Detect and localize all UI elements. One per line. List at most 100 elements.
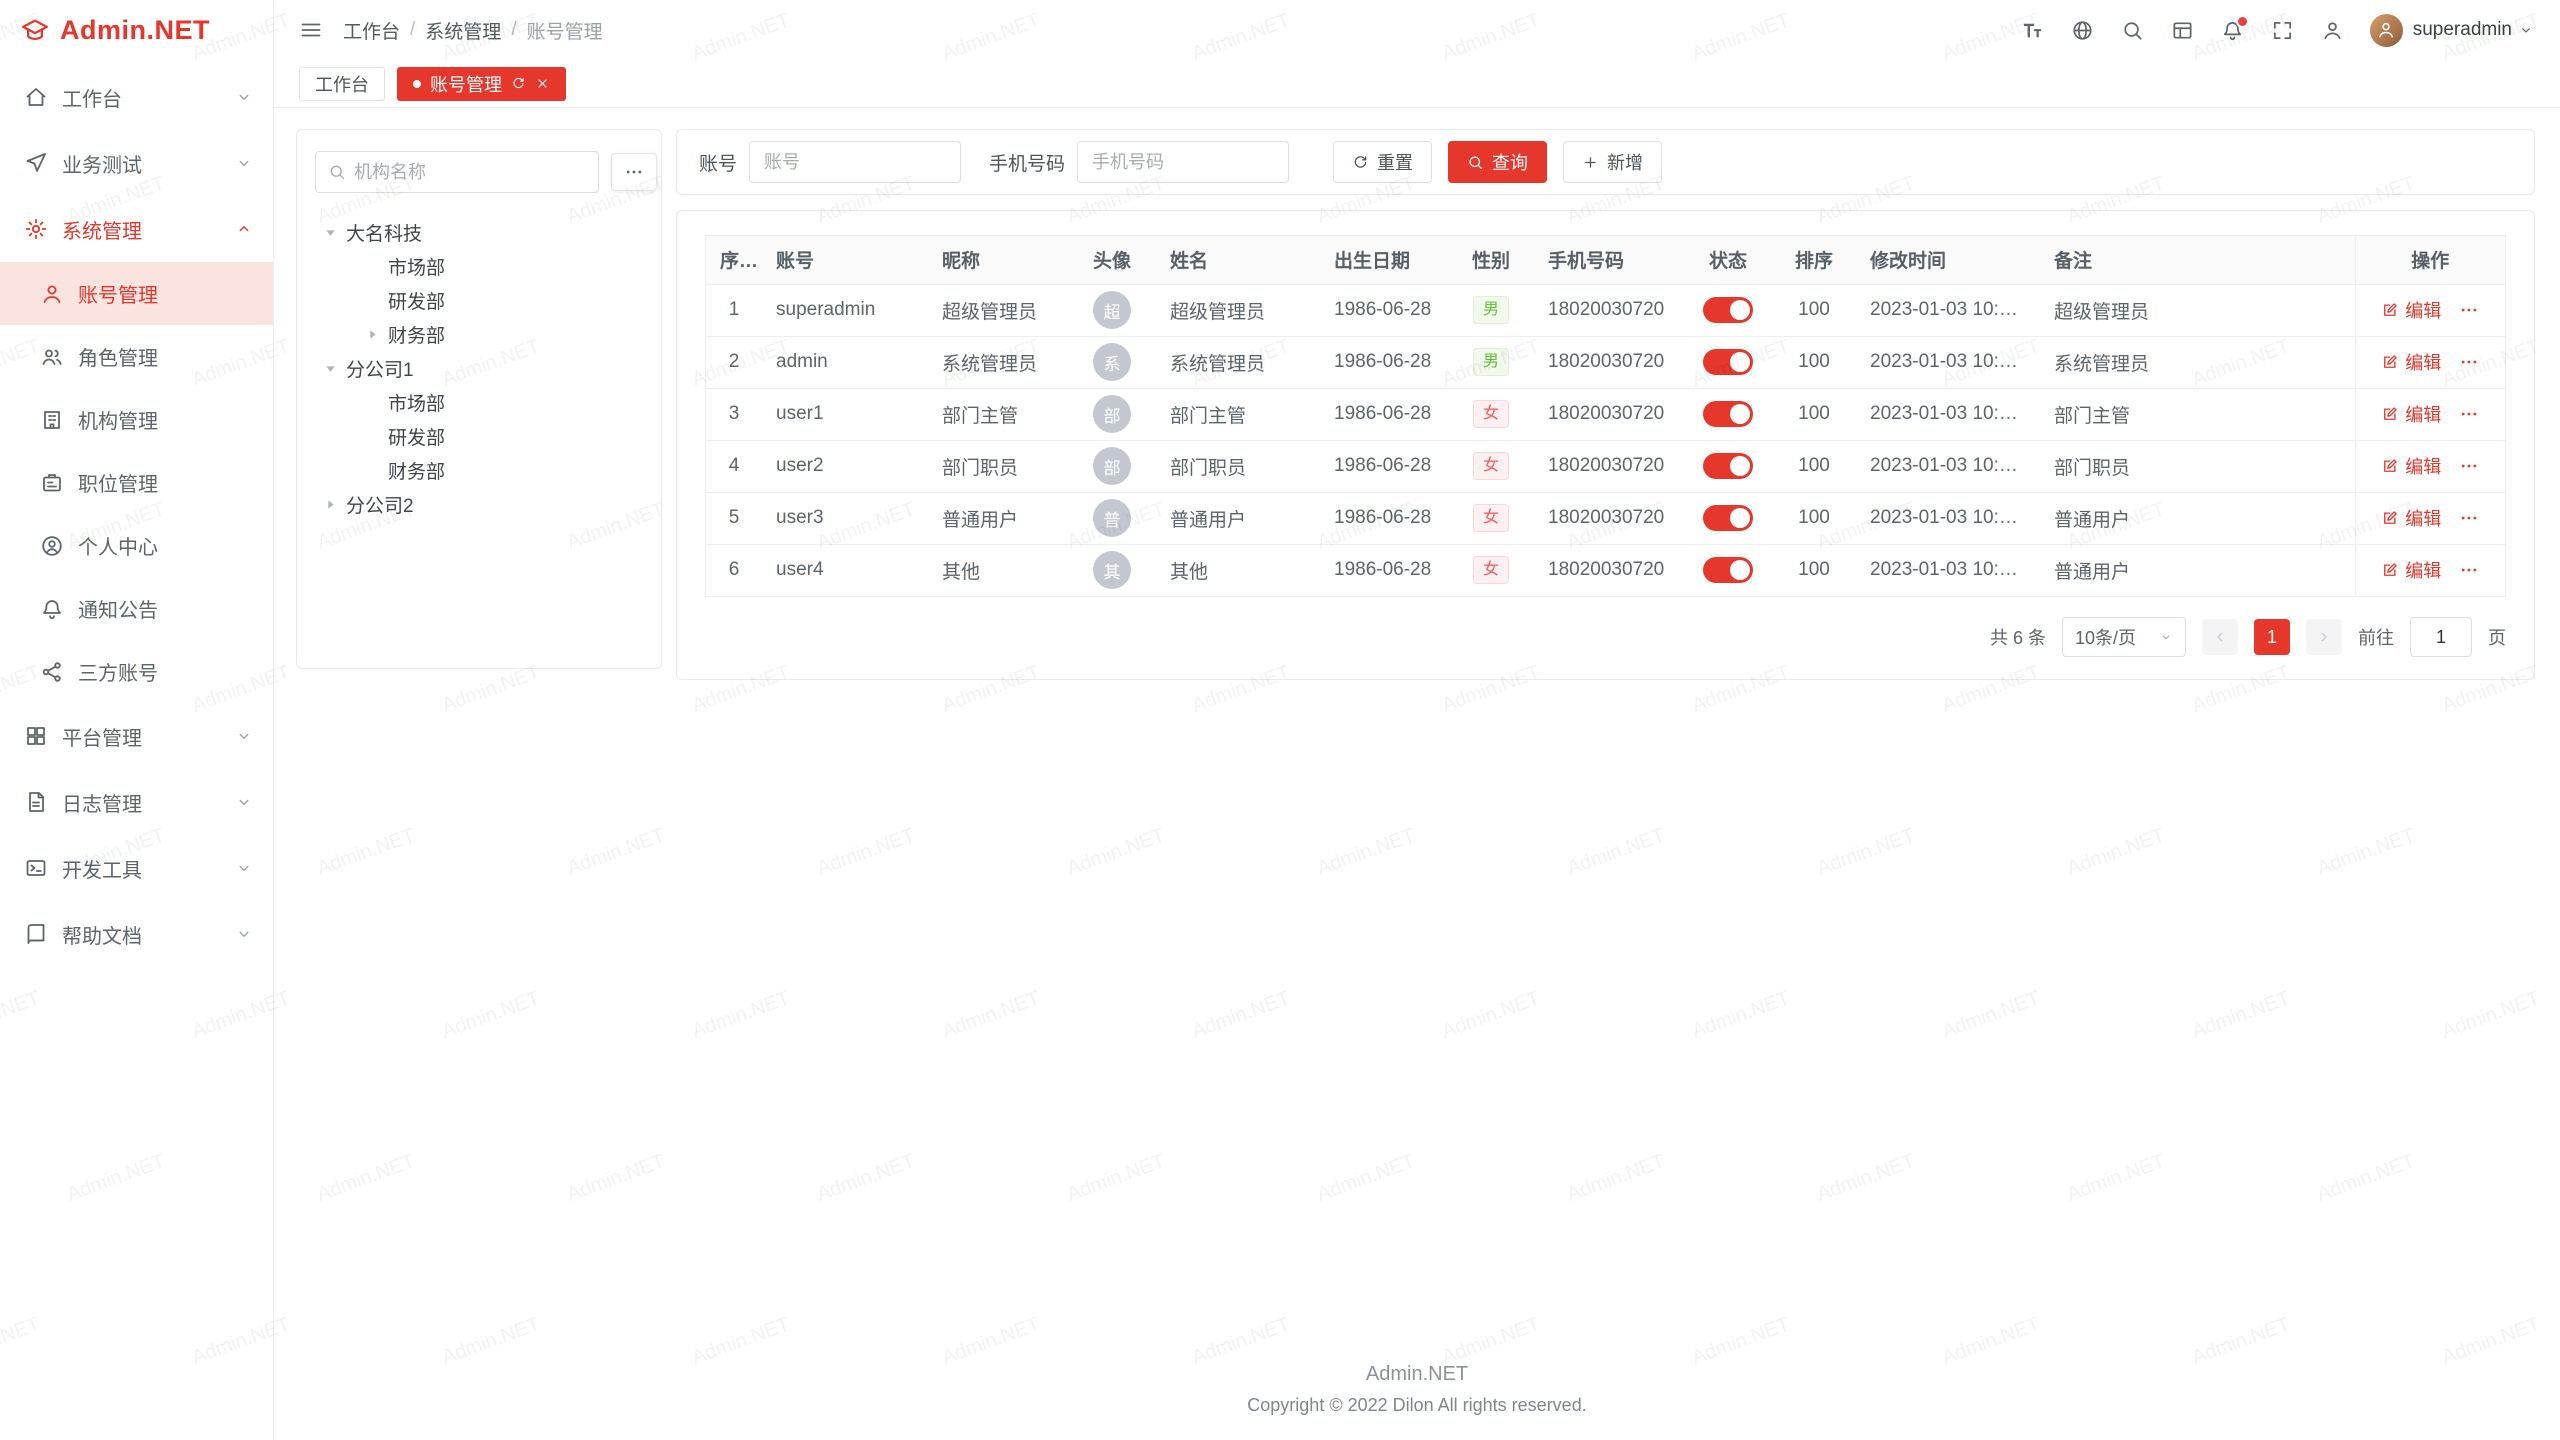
cell-index: 3 (706, 388, 762, 440)
status-toggle[interactable] (1703, 557, 1753, 583)
reset-button[interactable]: 重置 (1333, 141, 1432, 183)
row-more-button[interactable] (2459, 508, 2479, 528)
menu-search-icon[interactable] (2121, 19, 2144, 42)
tree-node[interactable]: 财务部 (315, 317, 643, 351)
row-avatar: 系 (1093, 343, 1131, 381)
current-page-button[interactable]: 1 (2254, 619, 2290, 655)
sidebar-item-account-mgmt[interactable]: 账号管理 (0, 262, 273, 325)
sidebar-item-workbench[interactable]: 工作台 (0, 64, 273, 130)
edit-button[interactable]: 编辑 (2381, 557, 2441, 583)
edit-button[interactable]: 编辑 (2381, 453, 2441, 479)
cell-nickname: 超级管理员 (928, 284, 1068, 336)
user-menu[interactable]: superadmin (2370, 14, 2534, 47)
language-icon[interactable] (2071, 19, 2094, 42)
cell-account: user3 (762, 492, 928, 544)
cell-operation: 编辑 (2355, 440, 2505, 492)
menu-collapse-icon[interactable] (299, 18, 323, 42)
breadcrumb-item[interactable]: 系统管理 (425, 17, 501, 44)
tree-node[interactable]: 研发部 (315, 283, 643, 317)
sidebar-item-help-docs[interactable]: 帮助文档 (0, 901, 273, 967)
status-toggle[interactable] (1703, 453, 1753, 479)
sidebar-item-org-mgmt[interactable]: 机构管理 (0, 388, 273, 451)
tree-node[interactable]: 市场部 (315, 249, 643, 283)
row-more-button[interactable] (2459, 300, 2479, 320)
tab-workbench[interactable]: 工作台 (299, 67, 385, 101)
edit-button[interactable]: 编辑 (2381, 349, 2441, 375)
edit-button[interactable]: 编辑 (2381, 297, 2441, 323)
profile-icon (40, 534, 64, 558)
row-more-button[interactable] (2459, 404, 2479, 424)
chevron-down-icon (2159, 630, 2173, 644)
row-more-button[interactable] (2459, 352, 2479, 372)
sidebar-item-log-mgmt[interactable]: 日志管理 (0, 769, 273, 835)
tree-node[interactable]: 分公司1 (315, 351, 643, 385)
cell-modified-time: 2023-01-03 10:59:44 (1856, 336, 2040, 388)
column-header: 性别 (1448, 236, 1534, 284)
edit-button[interactable]: 编辑 (2381, 401, 2441, 427)
username: superadmin (2413, 19, 2512, 41)
tree-node[interactable]: 财务部 (315, 453, 643, 487)
tree-more-button[interactable] (611, 153, 657, 191)
tree-node[interactable]: 大名科技 (315, 215, 643, 249)
sidebar-item-dev-tools[interactable]: 开发工具 (0, 835, 273, 901)
font-size-icon[interactable] (2021, 19, 2044, 42)
status-toggle[interactable] (1703, 297, 1753, 323)
org-search-input[interactable] (354, 162, 586, 183)
row-more-button[interactable] (2459, 560, 2479, 580)
fullscreen-icon[interactable] (2271, 19, 2294, 42)
chevron-down-icon (235, 925, 253, 943)
sidebar-item-system-mgmt[interactable]: 系统管理 (0, 196, 273, 262)
tree-node[interactable]: 市场部 (315, 385, 643, 419)
gender-badge: 女 (1473, 400, 1509, 428)
status-toggle[interactable] (1703, 505, 1753, 531)
caret-right-icon[interactable] (323, 497, 338, 512)
sidebar-item-personal-center[interactable]: 个人中心 (0, 514, 273, 577)
ellipsis-icon (624, 162, 644, 182)
sidebar-item-platform-mgmt[interactable]: 平台管理 (0, 703, 273, 769)
column-header: 备注 (2040, 236, 2355, 284)
footer-title: Admin.NET (274, 1363, 2560, 1386)
notification-icon[interactable] (2221, 19, 2244, 42)
cell-gender: 男 (1448, 336, 1534, 388)
tree-node[interactable]: 分公司2 (315, 487, 643, 521)
breadcrumb-item[interactable]: 工作台 (343, 17, 400, 44)
edit-icon (2381, 353, 2399, 371)
edit-button[interactable]: 编辑 (2381, 505, 2441, 531)
account-input[interactable] (749, 141, 961, 183)
next-page-button[interactable] (2306, 619, 2342, 655)
cell-name: 超级管理员 (1156, 284, 1320, 336)
page-size-select[interactable]: 10条/页 (2062, 617, 2186, 657)
prev-page-button[interactable] (2202, 619, 2238, 655)
app-title: Admin.NET (60, 15, 210, 46)
app-logo[interactable]: Admin.NET (0, 0, 273, 60)
user-icon[interactable] (2321, 19, 2344, 42)
status-toggle[interactable] (1703, 401, 1753, 427)
tab-close-icon[interactable] (535, 76, 550, 91)
add-button[interactable]: 新增 (1563, 141, 1662, 183)
tab-account-mgmt[interactable]: 账号管理 (397, 67, 566, 101)
sidebar-item-notice[interactable]: 通知公告 (0, 577, 273, 640)
goto-page-input[interactable] (2410, 617, 2472, 657)
phone-input[interactable] (1077, 141, 1289, 183)
caret-right-icon[interactable] (365, 327, 380, 342)
total-count: 共 6 条 (1990, 624, 2046, 650)
cell-modified-time: 2023-01-03 10:59:44 (1856, 544, 2040, 596)
row-more-button[interactable] (2459, 456, 2479, 476)
search-button[interactable]: 查询 (1448, 141, 1547, 183)
tree-node-label: 财务部 (388, 321, 445, 348)
gear-icon (24, 217, 48, 241)
sidebar-item-position-mgmt[interactable]: 职位管理 (0, 451, 273, 514)
cell-avatar: 其 (1068, 544, 1156, 596)
status-toggle[interactable] (1703, 349, 1753, 375)
cell-account: user4 (762, 544, 928, 596)
breadcrumb-item: 账号管理 (527, 17, 603, 44)
sidebar-item-business-test[interactable]: 业务测试 (0, 130, 273, 196)
org-search (315, 151, 599, 193)
caret-down-icon[interactable] (323, 225, 338, 240)
tab-refresh-icon[interactable] (511, 76, 526, 91)
caret-down-icon[interactable] (323, 361, 338, 376)
sidebar-item-role-mgmt[interactable]: 角色管理 (0, 325, 273, 388)
sidebar-item-third-party-account[interactable]: 三方账号 (0, 640, 273, 703)
layout-config-icon[interactable] (2171, 19, 2194, 42)
tree-node[interactable]: 研发部 (315, 419, 643, 453)
